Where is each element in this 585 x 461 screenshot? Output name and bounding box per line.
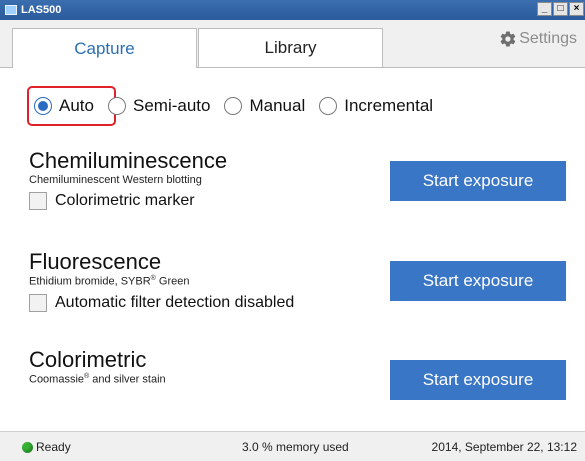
radio-manual[interactable]: Manual [224,96,305,116]
tab-bar: Capture Library Settings [0,20,585,68]
section-subtitle: Coomassie® and silver stain [29,373,166,386]
radio-incremental[interactable]: Incremental [319,96,433,116]
gear-icon [500,31,516,47]
radio-incremental-label: Incremental [344,96,434,115]
memory-usage: 3.0 % memory used [242,440,349,454]
tab-library[interactable]: Library [198,28,383,68]
maximize-button[interactable]: □ [553,2,568,16]
section-heading: Colorimetric [29,347,147,372]
radio-auto-circle[interactable] [34,97,52,115]
start-exposure-button-fluorescence[interactable]: Start exposure [390,261,566,301]
section-colorimetric: Colorimetric Coomassie® and silver stain [29,348,166,386]
checkbox-box[interactable] [29,192,47,210]
section-heading: Chemiluminescence [29,148,228,173]
start-exposure-button-colorimetric[interactable]: Start exposure [390,360,566,400]
minimize-button[interactable]: _ [537,2,552,16]
window-title: LAS500 [21,4,62,16]
app-icon [5,5,17,15]
close-button[interactable]: × [569,2,584,16]
start-exposure-button-chemiluminescence[interactable]: Start exposure [390,161,566,201]
section-subtitle: Ethidium bromide, SYBR® Green [29,275,294,288]
checkbox-label: Colorimetric marker [55,192,195,209]
ready-label: Ready [36,440,71,454]
radio-manual-circle[interactable] [224,97,243,115]
radio-auto-label: Auto [59,96,94,115]
section-fluorescence: Fluorescence Ethidium bromide, SYBR® Gre… [29,250,294,312]
section-heading: Fluorescence [29,249,162,274]
subtitle-text: Ethidium bromide, SYBR [29,275,151,288]
radio-auto[interactable]: Auto [34,96,94,116]
settings-button[interactable]: Settings [499,30,577,48]
radio-semi-auto-label: Semi-auto [132,96,211,115]
auto-filter-detection-checkbox[interactable]: Automatic filter detection disabled [29,293,295,312]
capture-panel: Auto Semi-auto Manual Incremental Chemil… [0,68,585,431]
subtitle-text: Coomassie [29,373,85,386]
section-subtitle: Chemiluminescent Western blotting [29,174,202,186]
ready-indicator-icon [22,441,33,453]
section-chemiluminescence: Chemiluminescence Chemiluminescent Weste… [29,149,227,210]
date-time: 2014, September 22, 13:12 [431,440,577,454]
checkbox-label: Automatic filter detection disabled [55,293,295,311]
radio-semi-auto-circle[interactable] [107,97,126,115]
status-bar: Ready 3.0 % memory used 2014, September … [0,431,585,461]
subtitle-text-end: and silver stain [89,373,166,386]
checkbox-box[interactable] [29,293,47,312]
window-controls: _ □ × [536,2,584,16]
radio-manual-label: Manual [249,96,306,115]
ready-status: Ready [22,440,71,454]
title-bar: LAS500 _ □ × [0,0,585,20]
subtitle-text-end: Green [155,275,190,288]
settings-label: Settings [519,30,577,47]
mode-radio-group: Auto Semi-auto Manual Incremental [34,96,447,116]
radio-semi-auto[interactable]: Semi-auto [107,96,211,116]
colorimetric-marker-checkbox[interactable]: Colorimetric marker [29,192,227,210]
radio-incremental-circle[interactable] [319,97,338,115]
tab-capture[interactable]: Capture [12,28,197,68]
